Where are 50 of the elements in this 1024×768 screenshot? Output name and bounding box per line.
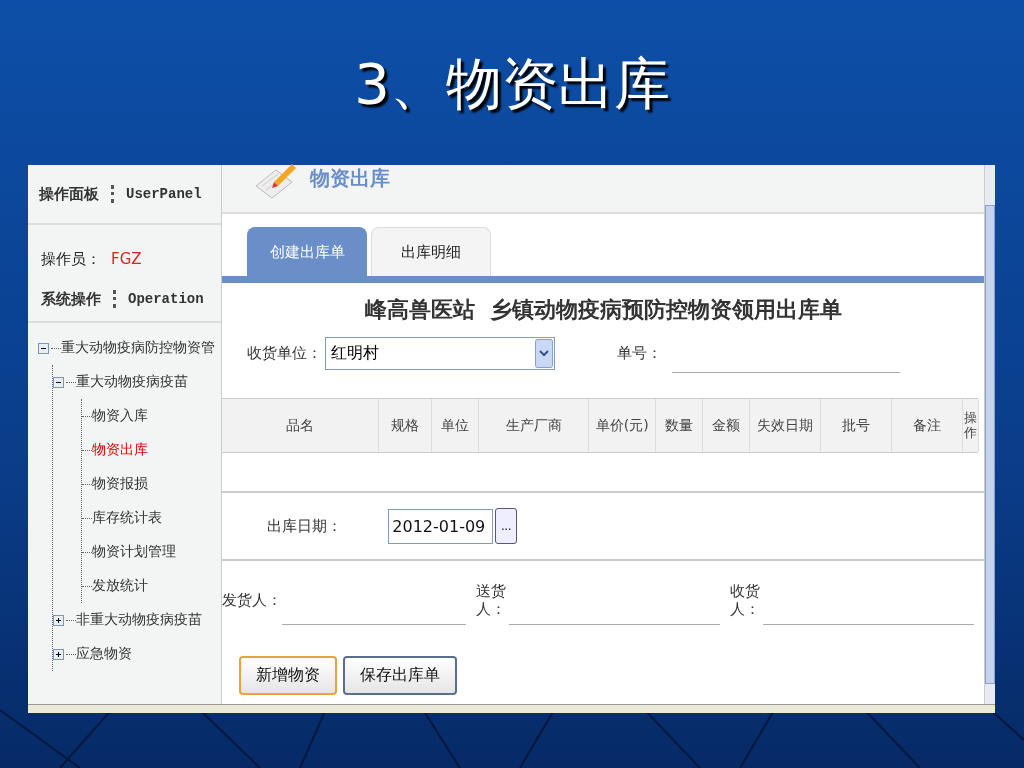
action-button[interactable]: 保存出库单 — [343, 656, 458, 695]
date-picker-button[interactable]: ... — [495, 508, 518, 544]
panel-title: 操作面板 — [39, 184, 99, 204]
operator-name: FGZ — [111, 250, 142, 268]
field-label: 出库日期： — [267, 516, 343, 536]
page-title: 物资出库 — [310, 165, 391, 192]
form-title: 峰高兽医站 乡镇动物疫病预防控物资领用出库单 — [363, 296, 843, 324]
field-label: 单号： — [617, 343, 663, 363]
panel-title-en: UserPanel — [126, 186, 202, 202]
column-header: 批号 — [821, 399, 893, 452]
column-header: 品名 — [222, 399, 380, 452]
operator-label: 操作员： — [41, 249, 101, 269]
tree-item[interactable]: 物资入库 — [92, 407, 148, 425]
field-label: 收货单位： — [247, 343, 323, 363]
tree-item[interactable]: 应急物资 — [76, 645, 132, 663]
action-button[interactable]: 新增物资 — [239, 656, 338, 695]
column-header: 失效日期 — [750, 399, 822, 452]
tree-item[interactable]: 物资计划管理 — [92, 543, 176, 561]
column-header: 单价(元) — [589, 399, 657, 452]
column-header: 数量 — [656, 399, 704, 452]
column-header: 操作 — [963, 399, 980, 452]
field-label: 发货人： — [222, 591, 283, 609]
column-header: 规格 — [379, 399, 433, 452]
scrollbar[interactable] — [984, 165, 995, 704]
column-header: 生产厂商 — [479, 399, 590, 452]
expand-icon[interactable] — [53, 614, 64, 626]
date-field[interactable]: 2012-01-09 — [388, 508, 494, 544]
column-header: 金额 — [703, 399, 751, 452]
tree-item[interactable]: 重大动物疫病防控物资管 — [61, 339, 215, 357]
field-label: 送货人： — [476, 582, 508, 618]
tree-item[interactable]: 物资报损 — [92, 475, 148, 493]
separator-dots — [113, 290, 116, 308]
column-header: 备注 — [892, 399, 964, 452]
operation-title-en: Operation — [128, 291, 204, 307]
tree-item[interactable]: 非重大动物疫病疫苗 — [76, 611, 202, 629]
field-label: 收货人： — [730, 582, 762, 618]
select-value: 红明村 — [331, 342, 380, 364]
collapse-icon[interactable] — [38, 342, 49, 354]
expand-icon[interactable] — [53, 648, 64, 660]
tree-item[interactable]: 发放统计 — [92, 577, 148, 595]
tab[interactable]: 出库明细 — [371, 227, 492, 276]
separator-dots — [111, 185, 114, 203]
tree-item[interactable]: 物资出库 — [92, 441, 148, 459]
column-header: 单位 — [432, 399, 480, 452]
tree-item[interactable]: 库存统计表 — [92, 509, 162, 527]
slide-title: 3、物资出库 — [354, 49, 670, 118]
tree-item[interactable]: 重大动物疫病疫苗 — [76, 373, 188, 391]
collapse-icon[interactable] — [53, 376, 64, 388]
operation-title: 系统操作 — [41, 289, 101, 309]
receiver-unit-select[interactable]: 红明村 — [325, 336, 556, 370]
